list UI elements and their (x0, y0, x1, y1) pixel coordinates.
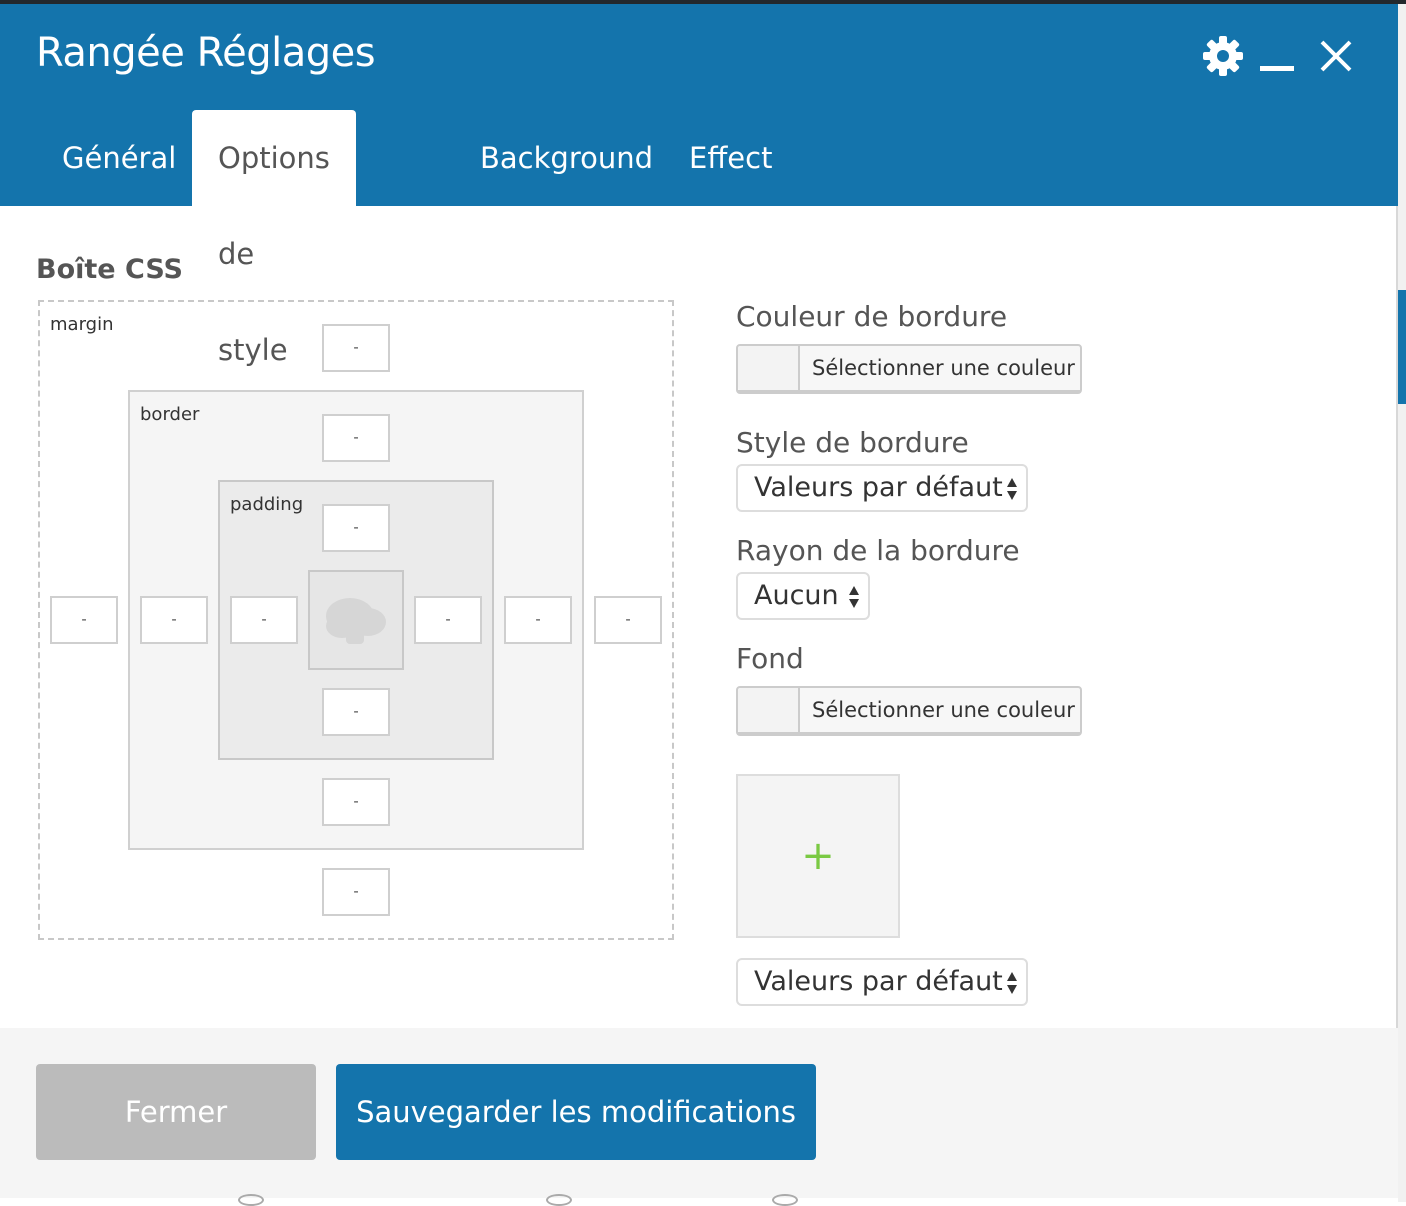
padding-right-input[interactable]: - (414, 596, 482, 644)
dialog-footer: Fermer Sauvegarder les modifications (0, 1028, 1398, 1198)
border-right-input[interactable]: - (504, 596, 572, 644)
background-image-add[interactable]: + (736, 774, 900, 938)
border-radius-select[interactable]: Aucun (736, 572, 870, 620)
margin-label: margin (50, 314, 114, 335)
save-button[interactable]: Sauvegarder les modifications (336, 1064, 816, 1160)
content-box (308, 570, 404, 670)
cloud-placeholder-icon (326, 598, 386, 644)
border-radius-value: Aucun (754, 580, 839, 611)
border-style-label: Style de bordure (736, 426, 969, 459)
border-radius-label: Rayon de la bordure (736, 534, 1020, 567)
background-window-edge (1398, 4, 1406, 1202)
padding-left-input[interactable]: - (230, 596, 298, 644)
margin-right-input[interactable]: - (594, 596, 662, 644)
margin-bottom-input[interactable]: - (322, 868, 390, 916)
css-box-label: Boîte CSS (36, 254, 183, 285)
border-color-button-label: Sélectionner une couleur (812, 356, 1075, 380)
tab-style-options[interactable]: Options de style (192, 110, 356, 367)
close-icon[interactable] (1318, 38, 1354, 74)
tab-effect[interactable]: Effect (663, 110, 798, 206)
background-label: Fond (736, 642, 804, 675)
border-style-select[interactable]: Valeurs par défaut (736, 464, 1028, 512)
background-color-button-label: Sélectionner une couleur (812, 698, 1075, 722)
minimize-icon[interactable] (1260, 66, 1294, 71)
border-color-swatch[interactable] (738, 346, 800, 390)
padding-top-input[interactable]: - (322, 504, 390, 552)
select-arrows-icon (849, 586, 859, 608)
select-arrows-icon (1007, 972, 1017, 994)
border-color-label: Couleur de bordure (736, 300, 1008, 333)
border-style-value: Valeurs par défaut (754, 472, 1003, 503)
dialog-title: Rangée Réglages (36, 30, 376, 76)
background-element (238, 1194, 264, 1206)
border-color-picker[interactable]: Sélectionner une couleur (736, 344, 1082, 394)
margin-top-input[interactable]: - (322, 324, 390, 372)
close-button[interactable]: Fermer (36, 1064, 316, 1160)
gear-icon[interactable] (1201, 34, 1245, 78)
background-element (772, 1194, 798, 1206)
background-color-swatch[interactable] (738, 688, 800, 732)
margin-left-input[interactable]: - (50, 596, 118, 644)
border-left-input[interactable]: - (140, 596, 208, 644)
padding-bottom-input[interactable]: - (322, 688, 390, 736)
border-bottom-input[interactable]: - (322, 778, 390, 826)
tab-background[interactable]: Background (454, 110, 679, 206)
border-label: border (140, 404, 200, 425)
background-style-select[interactable]: Valeurs par défaut (736, 958, 1028, 1006)
dialog-header: Rangée Réglages Général Options de style… (0, 4, 1398, 367)
row-settings-dialog: Rangée Réglages Général Options de style… (0, 4, 1398, 1198)
padding-label: padding (230, 494, 304, 515)
background-style-value: Valeurs par défaut (754, 966, 1003, 997)
plus-icon: + (801, 833, 835, 879)
border-top-input[interactable]: - (322, 414, 390, 462)
background-element (546, 1194, 572, 1206)
select-arrows-icon (1007, 478, 1017, 500)
background-color-picker[interactable]: Sélectionner une couleur (736, 686, 1082, 736)
background-window-accent (1398, 290, 1406, 404)
tab-general[interactable]: Général (36, 110, 202, 206)
